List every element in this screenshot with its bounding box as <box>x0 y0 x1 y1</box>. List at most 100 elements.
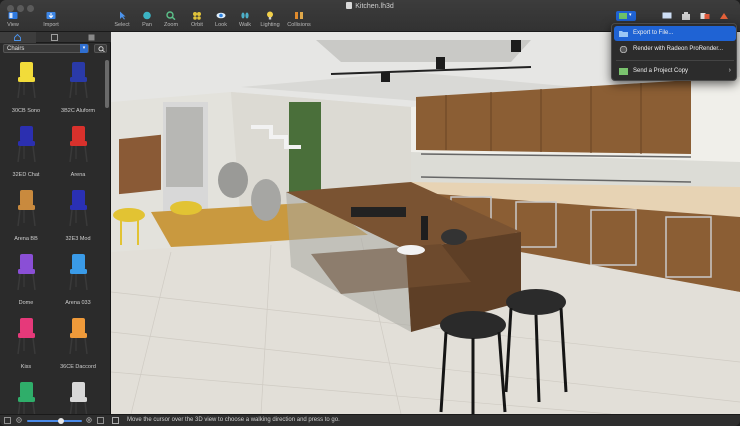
catalog-scrollbar[interactable] <box>105 58 109 412</box>
fit-icon[interactable] <box>97 417 104 424</box>
tool-select[interactable]: Select <box>112 11 132 28</box>
tool-look[interactable]: Look <box>212 11 230 28</box>
arrow-cursor-icon <box>120 11 126 20</box>
tool-collisions[interactable]: Collisions <box>286 11 312 28</box>
zoom-slider[interactable] <box>27 418 82 424</box>
catalog-item-label: Arena <box>70 172 86 178</box>
chair-icon <box>69 126 88 163</box>
import-label: Import <box>43 22 59 28</box>
catalog-item-label: Arena BB <box>14 236 38 242</box>
chair-icon <box>17 318 36 355</box>
view-icon <box>8 12 18 19</box>
chair-icon <box>69 62 88 99</box>
menu-item-export-to-file[interactable]: Export to File... <box>614 26 736 41</box>
catalog-item[interactable]: 30CB Sono <box>0 58 52 122</box>
list-icon <box>88 34 95 41</box>
menu-item-label: Export to File... <box>633 30 674 36</box>
menu-item-render-prorender[interactable]: Render with Radeon ProRender... <box>614 42 736 57</box>
catalog-item-label: Dome <box>18 300 34 306</box>
catalog-item[interactable]: 32E3 Mod <box>52 186 104 250</box>
tool-orbit[interactable]: Orbit <box>188 11 206 28</box>
materials-icon <box>51 34 58 41</box>
zoom-icon <box>166 11 176 20</box>
catalog-item-label: 30CB Sono <box>11 108 41 114</box>
catalog-item-label: 36CE Daccord <box>60 364 96 370</box>
store-icon[interactable] <box>681 12 691 20</box>
catalog-panel: Chairs ▾ 30CB Sono 3B2C Aluform 32ED Chat A… <box>0 32 111 419</box>
chevron-down-icon: ▾ <box>629 12 632 18</box>
app-window: Kitchen.lh3d View Import Select Pan Zoom… <box>0 0 740 426</box>
view-label: View <box>7 22 19 28</box>
orbit-icon <box>193 12 201 20</box>
catalog-item[interactable]: 36CE Daccord <box>52 314 104 378</box>
layers-icon[interactable] <box>700 12 710 20</box>
zoom-in-icon[interactable] <box>86 417 93 424</box>
bulb-icon <box>267 11 273 20</box>
home-icon <box>14 34 21 41</box>
catalog-item[interactable]: 32ED Chat <box>0 122 52 186</box>
plan-view-icon[interactable] <box>4 417 11 424</box>
view-button[interactable]: View <box>3 11 23 28</box>
chair-icon <box>69 190 88 227</box>
render-icon <box>619 46 628 53</box>
catalog-item[interactable]: Dome <box>0 250 52 314</box>
import-icon <box>46 12 56 19</box>
hand-icon <box>143 11 151 20</box>
tool-label: Orbit <box>191 22 203 28</box>
menu-item-label: Render with Radeon ProRender... <box>633 46 724 52</box>
monitor-icon[interactable] <box>662 12 672 20</box>
catalog-item-label: Arena 033 <box>65 300 91 306</box>
tool-label: Pan <box>142 22 152 28</box>
tool-pan[interactable]: Pan <box>138 11 156 28</box>
tool-lighting[interactable]: Lighting <box>259 11 281 28</box>
category-value: Chairs <box>7 46 25 52</box>
zoom-out-icon[interactable] <box>16 417 23 424</box>
catalog-item[interactable]: Arena BB <box>0 186 52 250</box>
3d-view[interactable] <box>111 32 740 414</box>
catalog-item[interactable]: Kiss <box>0 314 52 378</box>
chair-icon <box>69 254 88 291</box>
render-cloud-icon[interactable] <box>719 12 729 20</box>
catalog-item-label: 3B2C Aluform <box>61 108 95 114</box>
share-icon <box>619 68 628 75</box>
tool-zoom[interactable]: Zoom <box>160 11 182 28</box>
tool-label: Select <box>114 22 130 28</box>
status-bar: Move the cursor over the 3D view to choo… <box>0 414 740 426</box>
catalog-item-label: 32ED Chat <box>12 172 40 178</box>
kitchen-3d-scene <box>111 32 740 414</box>
document-icon <box>346 2 353 9</box>
tab-catalog[interactable] <box>0 32 36 43</box>
category-select[interactable]: Chairs ▾ <box>3 44 89 53</box>
category-row: Chairs ▾ <box>3 44 108 54</box>
tool-label: Zoom <box>163 22 179 28</box>
tool-label: Lighting <box>260 22 280 28</box>
chair-icon <box>17 254 36 291</box>
catalog-item[interactable]: 3B2C Aluform <box>52 58 104 122</box>
catalog-item[interactable]: Arena 033 <box>52 250 104 314</box>
catalog-item-label: 32E3 Mod <box>65 236 91 242</box>
3d-mode-icon[interactable] <box>112 417 119 424</box>
search-button[interactable] <box>94 44 107 53</box>
status-message: Move the cursor over the 3D view to choo… <box>127 417 340 423</box>
tab-layers[interactable] <box>74 32 110 43</box>
window-title-text: Kitchen.lh3d <box>355 3 394 10</box>
tool-walk[interactable]: Walk <box>236 11 254 28</box>
tool-label: Collisions <box>287 22 311 28</box>
tab-materials[interactable] <box>37 32 73 43</box>
chair-icon <box>17 190 36 227</box>
import-button[interactable]: Import <box>40 11 62 28</box>
footprints-icon <box>241 12 249 19</box>
export-icon <box>619 13 627 19</box>
window-title: Kitchen.lh3d <box>0 2 740 10</box>
catalog-tabs <box>0 32 111 43</box>
catalog-item[interactable]: Arena <box>52 122 104 186</box>
scrollbar-thumb[interactable] <box>105 60 109 108</box>
folder-icon <box>619 31 628 37</box>
zoom-slider-knob[interactable] <box>58 418 65 424</box>
chair-icon <box>17 126 36 163</box>
collisions-icon <box>295 12 303 19</box>
export-button[interactable]: ▾ <box>616 11 636 21</box>
chair-icon <box>69 318 88 355</box>
eye-icon <box>216 12 226 19</box>
menu-item-send-project-copy[interactable]: Send a Project Copy › <box>614 64 736 79</box>
